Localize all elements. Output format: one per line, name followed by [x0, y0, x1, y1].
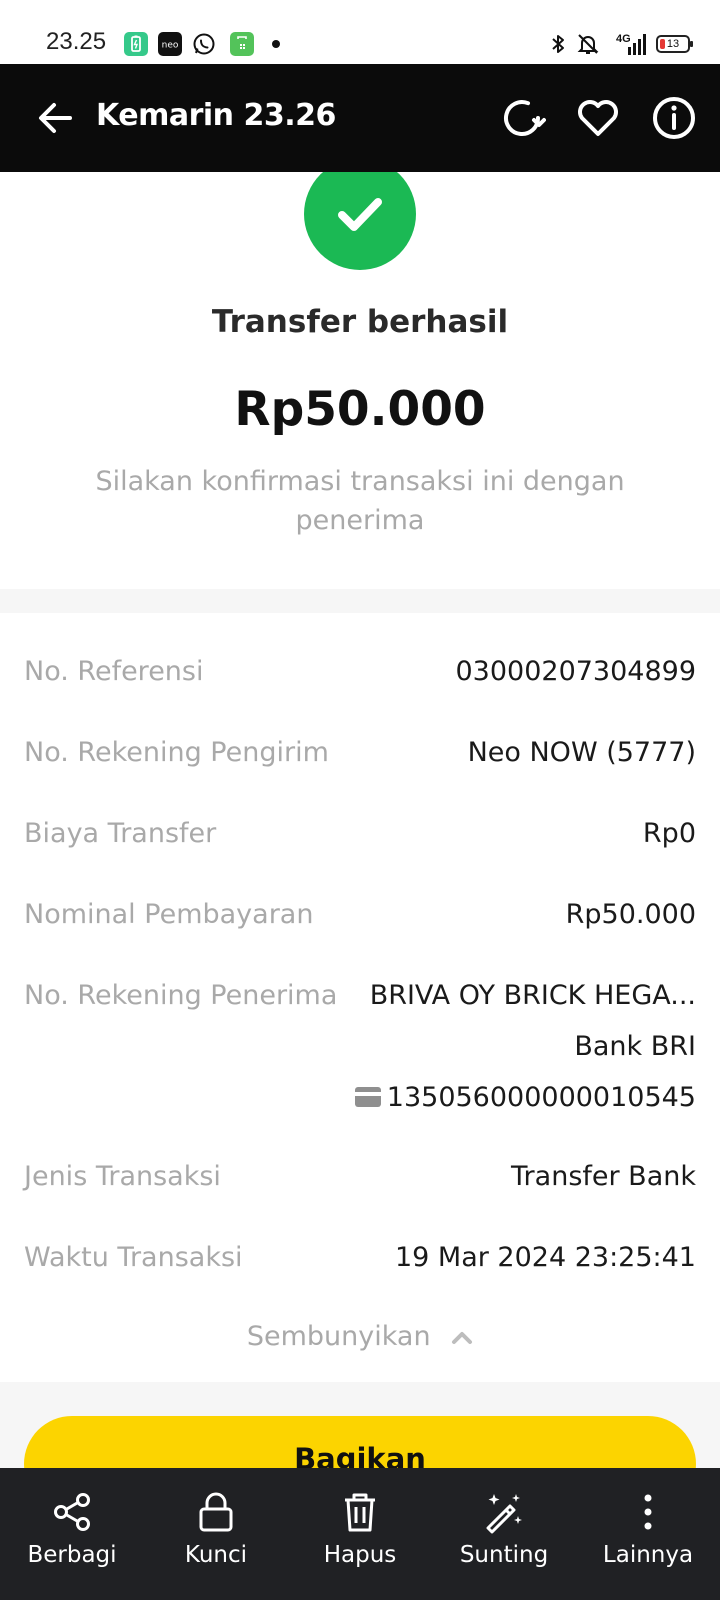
battery-saver-icon — [124, 32, 148, 56]
info-icon[interactable] — [650, 94, 698, 142]
payment-nominal: Rp50.000 — [565, 899, 696, 930]
status-title: Transfer berhasil — [211, 304, 509, 340]
bottom-toolbar: Berbagi Kunci Hapus Sunting Lainnya — [0, 1468, 720, 1600]
transaction-type: Transfer Bank — [511, 1161, 696, 1192]
detail-row-recipient: No. Rekening Penerima BRIVA OY BRICK HEG… — [24, 980, 696, 1130]
status-icons: 4G 13 — [548, 30, 693, 58]
toolbar-label: Kunci — [184, 1542, 248, 1568]
recipient-bank: Bank BRI — [574, 1031, 696, 1062]
success-icon — [304, 158, 416, 270]
page-title: Kemarin 23.26 — [96, 98, 336, 133]
detail-label: Waktu Transaksi — [24, 1242, 243, 1273]
network-type: 4G — [616, 33, 631, 45]
whatsapp-icon — [192, 32, 216, 56]
toolbar-more-button[interactable]: Lainnya — [576, 1468, 720, 1600]
toolbar-label: Hapus — [323, 1542, 397, 1568]
toolbar-lock-button[interactable]: Kunci — [144, 1468, 288, 1600]
signal-4g-icon: 4G — [616, 33, 646, 55]
recipient-name: BRIVA OY BRICK HEGA... — [369, 980, 696, 1011]
card-icon — [354, 1086, 381, 1107]
detail-label: No. Rekening Penerima — [24, 980, 338, 1011]
shop-app-icon — [230, 32, 254, 56]
lock-icon — [199, 1492, 233, 1532]
notification-dot — [272, 40, 280, 48]
recipient-account[interactable]: 135056000000010545 — [387, 1082, 696, 1113]
transfer-amount: Rp50.000 — [234, 382, 486, 437]
detail-label: No. Referensi — [24, 656, 204, 687]
neo-app-icon: neo — [158, 32, 182, 56]
rotate-icon[interactable] — [498, 94, 546, 142]
battery-icon: 13 — [656, 35, 693, 53]
app-header: Kemarin 23.26 — [0, 64, 720, 172]
hide-details-toggle[interactable]: Sembunyikan — [0, 1321, 720, 1352]
detail-label: Nominal Pembayaran — [24, 899, 314, 930]
toolbar-label: Lainnya — [602, 1542, 694, 1568]
heart-icon[interactable] — [574, 94, 622, 142]
status-bar: 23.25 neo 4G 13 — [0, 0, 720, 64]
toolbar-delete-button[interactable]: Hapus — [288, 1468, 432, 1600]
bell-mute-icon — [577, 34, 599, 54]
status-time: 23.25 — [46, 28, 107, 55]
toolbar-edit-button[interactable]: Sunting — [432, 1468, 576, 1600]
share-icon — [54, 1493, 90, 1531]
battery-level: 13 — [666, 38, 680, 50]
toolbar-label: Berbagi — [27, 1542, 117, 1568]
section-divider — [0, 589, 720, 613]
svg-text:neo: neo — [162, 41, 179, 51]
recipient-info: BRIVA OY BRICK HEGA... Bank BRI 13505600… — [354, 970, 696, 1123]
detail-label: Jenis Transaksi — [24, 1161, 221, 1192]
transaction-time: 19 Mar 2024 23:25:41 — [394, 1242, 696, 1273]
recipient-account-line: 135056000000010545 — [354, 1072, 696, 1123]
magic-wand-icon — [486, 1494, 522, 1534]
transfer-fee: Rp0 — [642, 818, 696, 849]
back-arrow-icon[interactable] — [34, 95, 80, 141]
bluetooth-icon — [552, 35, 564, 53]
detail-label: Biaya Transfer — [24, 818, 217, 849]
more-vertical-icon — [644, 1494, 652, 1530]
confirmation-note: Silakan konfirmasi transaksi ini dengan … — [95, 466, 625, 536]
toolbar-label: Sunting — [459, 1542, 549, 1568]
reference-number[interactable]: 03000207304899 — [456, 656, 697, 687]
hide-toggle-label: Sembunyikan — [246, 1321, 431, 1352]
sender-account: Neo NOW (5777) — [467, 737, 696, 768]
detail-label: No. Rekening Pengirim — [24, 737, 329, 768]
trash-icon — [345, 1493, 375, 1532]
toolbar-share-button[interactable]: Berbagi — [0, 1468, 144, 1600]
chevron-up-icon — [452, 1331, 473, 1344]
